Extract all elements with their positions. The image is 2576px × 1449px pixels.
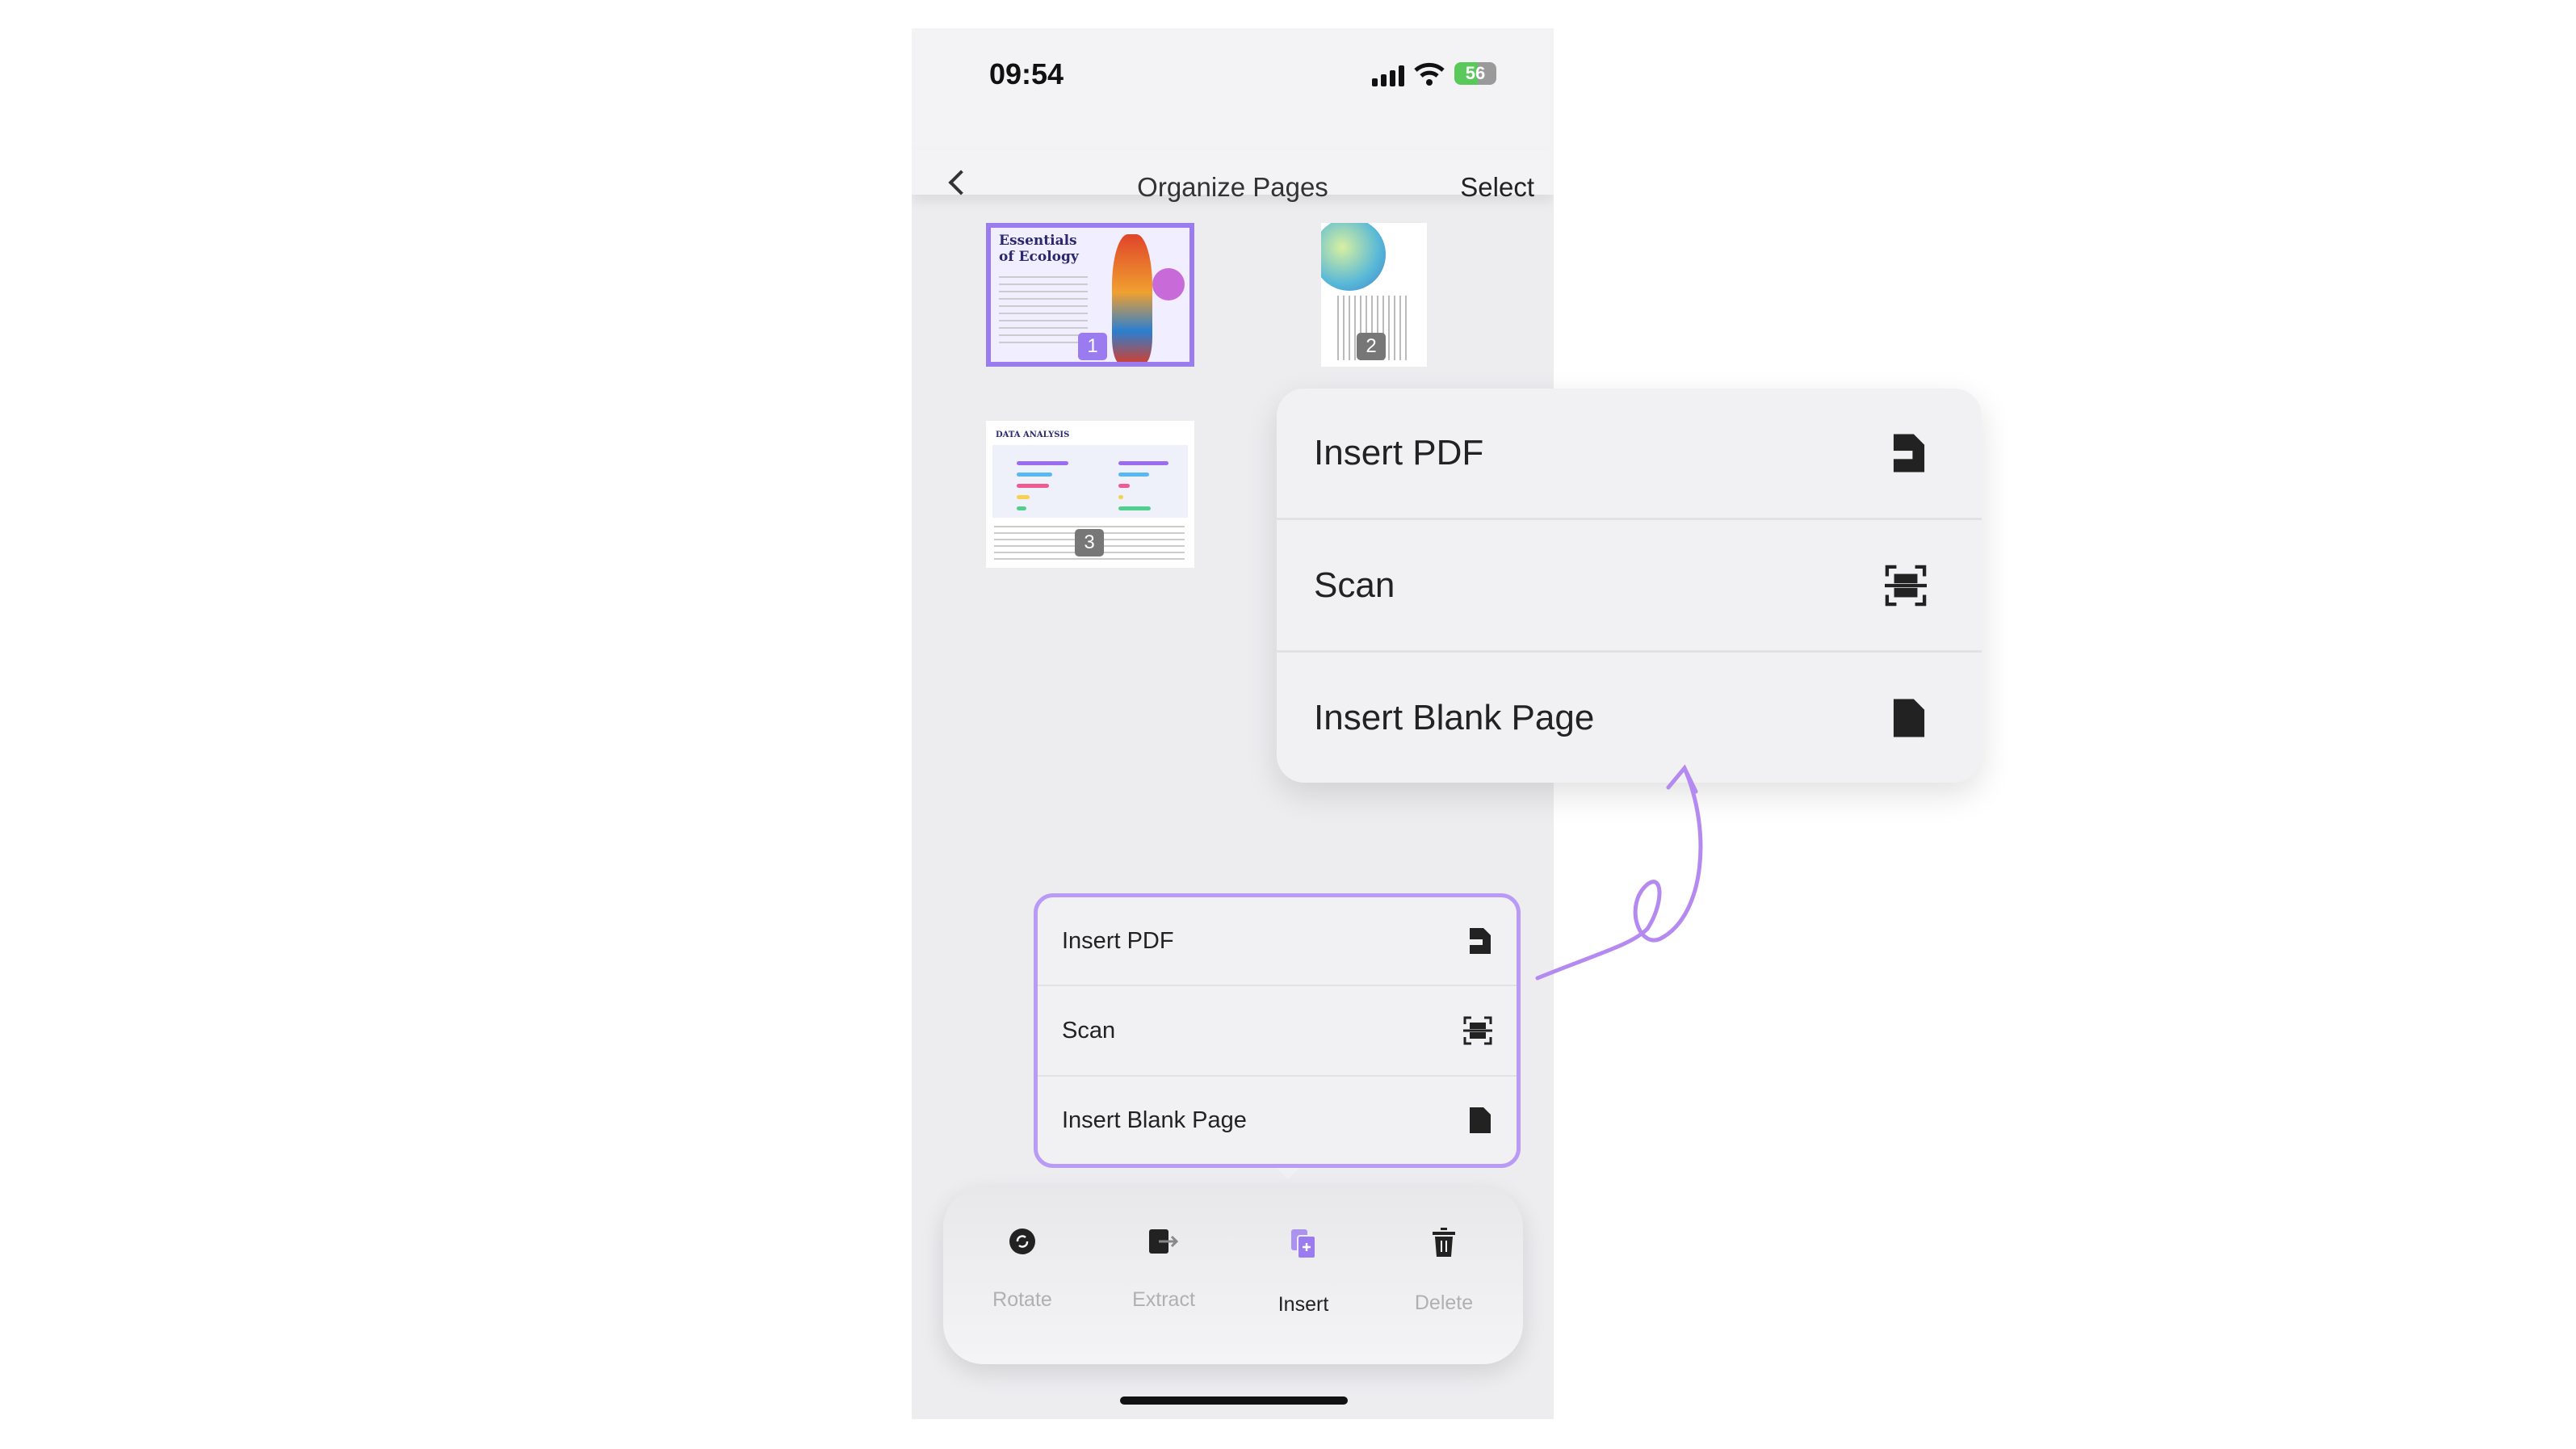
callout-arrow (1535, 764, 1703, 981)
